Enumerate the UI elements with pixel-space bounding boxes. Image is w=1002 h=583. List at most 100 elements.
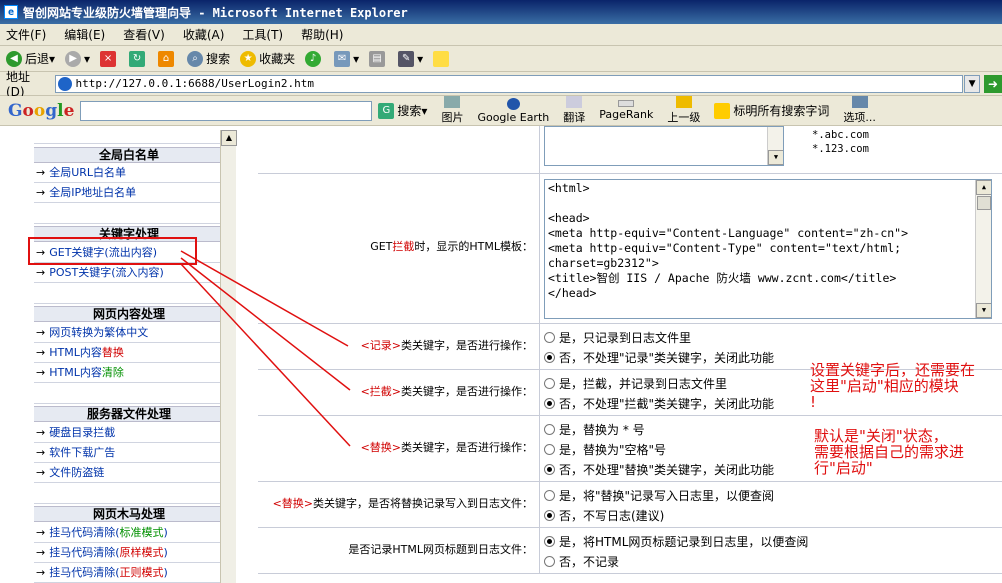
pagerank-button[interactable]: PageRank (599, 100, 653, 121)
textarea-scrollbar[interactable]: ▼ (767, 127, 783, 165)
sidebar-item-hotlink[interactable]: → 文件防盗链 (34, 464, 224, 483)
back-arrow-icon: ◀ (6, 50, 22, 67)
settings-form: ▼ *.abc.com *.123.com GET拦截时，显示的HTML模板： … (258, 126, 1002, 583)
sidebar: 全局白名单 → 全局URL白名单 → 全局IP地址白名单 关键字处理 → GET关键字… (0, 126, 224, 583)
replace-label: <替换>类关键字，是否进行操作： (258, 416, 540, 481)
note-icon (433, 50, 450, 67)
radio-button[interactable] (544, 377, 555, 389)
title-log-label: 是否记录HTML网页标题到日志文件： (258, 528, 540, 573)
options-button[interactable]: 选项... (843, 96, 876, 125)
domain-textarea[interactable]: ▼ (544, 126, 784, 166)
address-input[interactable]: http://127.0.0.1:6688/UserLogin2.htm (54, 74, 964, 93)
annotation-note-1: 设置关键字后，还需要在 这里"启动"相应的模块 ! (810, 361, 976, 411)
scroll-down-icon[interactable]: ▼ (976, 303, 991, 318)
title-log-option-yes[interactable]: 是，将HTML网页标题记录到日志里，以便查阅 (544, 531, 1002, 551)
menu-file[interactable]: 文件(F) (6, 26, 46, 43)
notes-button[interactable] (433, 50, 452, 67)
home-icon: ⌂ (158, 50, 175, 67)
menu-favorites[interactable]: 收藏(A) (183, 26, 225, 43)
radio-button[interactable] (544, 423, 555, 435)
record-option-yes[interactable]: 是，只记录到日志文件里 (544, 327, 1002, 347)
sidebar-item-ip-whitelist[interactable]: → 全局IP地址白名单 (34, 184, 224, 203)
window-title: 智创网站专业级防火墙管理向导 - Microsoft Internet Expl… (23, 5, 408, 20)
back-button[interactable]: ◀ 后退 ▾ (6, 50, 55, 67)
sidebar-item-trojan-regex[interactable]: → 挂马代码清除(正则模式) (34, 564, 224, 583)
favorites-button[interactable]: ★ 收藏夹 (240, 50, 295, 67)
home-button[interactable]: ⌂ (158, 50, 177, 67)
pagerank-icon (618, 100, 635, 107)
globe-icon (506, 97, 520, 110)
sidebar-item-html-replace[interactable]: → HTML内容替换 (34, 344, 224, 363)
sidebar-item-traditional[interactable]: → 网页转换为繁体中文 (34, 324, 224, 343)
domain-label (258, 126, 540, 173)
up-level-button[interactable]: 上一级 (667, 96, 700, 125)
menu-edit[interactable]: 编辑(E) (64, 26, 105, 43)
print-icon: ▤ (369, 50, 386, 67)
sidebar-item-download-ad[interactable]: → 软件下载广告 (34, 444, 224, 463)
image-icon (444, 96, 461, 108)
sidebar-item-disk-block[interactable]: → 硬盘目录拦截 (34, 424, 224, 443)
radio-button[interactable] (544, 443, 555, 455)
sidebar-item-post-keywords[interactable]: → POST关键字(流入内容) (34, 264, 224, 283)
radio-button[interactable] (544, 463, 555, 475)
replace-log-option-yes[interactable]: 是，将"替换"记录写入日志里，以便查阅 (544, 485, 1002, 505)
address-label: 地址(D) (6, 70, 31, 99)
edit-button[interactable]: ✎ ▾ (398, 50, 423, 67)
title-log-option-no[interactable]: 否，不记录 (544, 551, 1002, 571)
sidebar-section-server-files: 服务器文件处理 (34, 406, 224, 422)
template-scrollbar[interactable]: ▲ ▼ (975, 180, 991, 318)
stop-button[interactable]: × (100, 50, 119, 67)
title-log-options: 是，将HTML网页标题记录到日志里，以便查阅 否，不记录 (544, 528, 1002, 573)
sidebar-scrollbar[interactable]: ▲ (220, 130, 237, 583)
translate-button[interactable]: 翻译 (563, 96, 585, 125)
radio-button[interactable] (544, 509, 555, 521)
refresh-button[interactable]: ↻ (129, 50, 148, 67)
go-arrow-icon[interactable]: ➜ (984, 74, 1002, 93)
sidebar-section-page-content: 网页内容处理 (34, 306, 224, 322)
highlight-button[interactable]: 标明所有搜索字词 (714, 102, 829, 119)
google-search-button[interactable]: G 搜索 ▾ (378, 102, 427, 119)
sidebar-spacer (34, 484, 224, 504)
radio-button[interactable] (544, 489, 555, 501)
wrench-icon (851, 96, 868, 108)
mail-icon: ✉ (334, 50, 351, 67)
radio-button[interactable] (544, 331, 555, 343)
radio-button[interactable] (544, 397, 555, 409)
radio-button[interactable] (544, 351, 555, 363)
mail-button[interactable]: ✉ ▾ (334, 50, 359, 67)
sidebar-item-trojan-original[interactable]: → 挂马代码清除(原样模式) (34, 544, 224, 563)
replace-log-option-no[interactable]: 否，不写日志(建议) (544, 505, 1002, 525)
google-search-icon: G (378, 102, 395, 119)
stop-icon: × (100, 50, 117, 67)
sidebar-spacer (34, 130, 224, 144)
page-content: 全局白名单 → 全局URL白名单 → 全局IP地址白名单 关键字处理 → GET关键字… (0, 126, 1002, 583)
radio-button[interactable] (544, 535, 555, 547)
scroll-down-icon[interactable]: ▼ (768, 150, 783, 165)
scroll-up-icon[interactable]: ▲ (976, 180, 991, 195)
forward-button[interactable]: ▶ ▾ (65, 50, 90, 67)
radio-button[interactable] (544, 555, 555, 567)
menu-help[interactable]: 帮助(H) (301, 26, 343, 43)
sidebar-item-html-clear[interactable]: → HTML内容清除 (34, 364, 224, 383)
standard-toolbar: ◀ 后退 ▾ ▶ ▾ × ↻ ⌂ ⌕ 搜索 ★ 收藏夹 ♪ ✉ ▾ ▤ ✎ ▾ (0, 46, 1002, 72)
sidebar-section-trojan: 网页木马处理 (34, 506, 224, 522)
menu-tools[interactable]: 工具(T) (242, 26, 283, 43)
template-row: GET拦截时，显示的HTML模板： <html>​<head><meta htt… (258, 174, 1002, 324)
media-button[interactable]: ♪ (305, 50, 324, 67)
google-images-button[interactable]: 图片 (441, 96, 463, 125)
template-textarea[interactable]: <html>​<head><meta http-equiv="Content-L… (544, 179, 992, 319)
highlight-box (28, 237, 197, 265)
annotation-note-2: 默认是"关闭"状态， 需要根据自己的需求进 行"启动" (814, 427, 965, 477)
scroll-up-icon[interactable]: ▲ (221, 130, 237, 146)
page-icon (57, 76, 72, 91)
google-earth-button[interactable]: Google Earth (477, 97, 549, 124)
print-button[interactable]: ▤ (369, 50, 388, 67)
sidebar-item-trojan-standard[interactable]: → 挂马代码清除(标准模式) (34, 524, 224, 543)
sidebar-item-url-whitelist[interactable]: → 全局URL白名单 (34, 164, 224, 183)
scroll-thumb[interactable] (977, 196, 991, 210)
google-search-input[interactable] (80, 100, 373, 121)
menu-view[interactable]: 查看(V) (123, 26, 165, 43)
address-dropdown-icon[interactable]: ▼ (964, 74, 981, 93)
sidebar-spacer (34, 204, 224, 224)
search-button[interactable]: ⌕ 搜索 (187, 50, 230, 67)
